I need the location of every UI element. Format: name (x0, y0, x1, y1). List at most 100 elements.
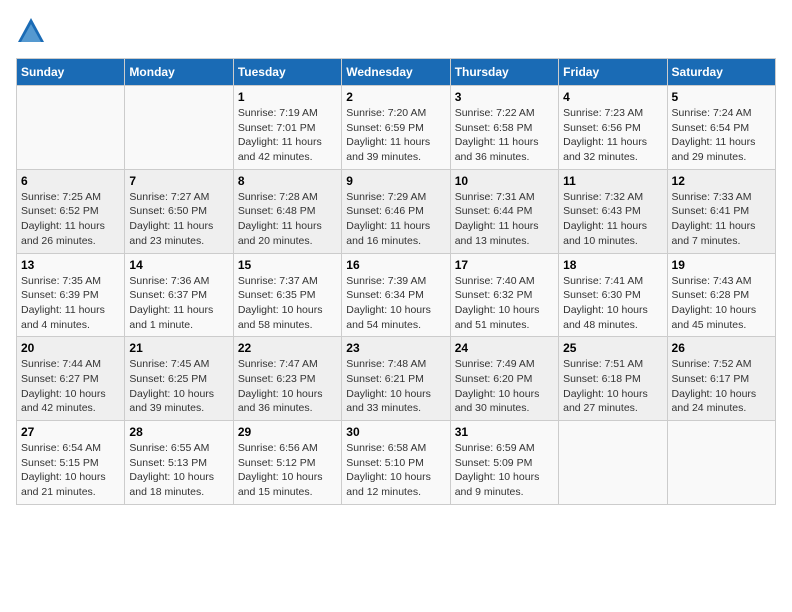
day-info: Sunrise: 7:20 AM Sunset: 6:59 PM Dayligh… (346, 106, 445, 165)
calendar-week-row: 1 Sunrise: 7:19 AM Sunset: 7:01 PM Daylig… (17, 86, 776, 170)
day-info: Sunrise: 7:45 AM Sunset: 6:25 PM Dayligh… (129, 357, 228, 416)
day-info: Sunrise: 7:25 AM Sunset: 6:52 PM Dayligh… (21, 190, 120, 249)
calendar-cell: 1 Sunrise: 7:19 AM Sunset: 7:01 PM Daylig… (233, 86, 341, 170)
day-info: Sunrise: 7:44 AM Sunset: 6:27 PM Dayligh… (21, 357, 120, 416)
day-number: 13 (21, 258, 120, 272)
day-number: 3 (455, 90, 554, 104)
calendar-cell: 30 Sunrise: 6:58 AM Sunset: 5:10 PM Dayli… (342, 421, 450, 505)
day-info: Sunrise: 7:35 AM Sunset: 6:39 PM Dayligh… (21, 274, 120, 333)
calendar-cell: 3 Sunrise: 7:22 AM Sunset: 6:58 PM Daylig… (450, 86, 558, 170)
day-number: 7 (129, 174, 228, 188)
day-info: Sunrise: 7:19 AM Sunset: 7:01 PM Dayligh… (238, 106, 337, 165)
day-info: Sunrise: 7:47 AM Sunset: 6:23 PM Dayligh… (238, 357, 337, 416)
logo (16, 16, 50, 46)
day-info: Sunrise: 7:49 AM Sunset: 6:20 PM Dayligh… (455, 357, 554, 416)
day-number: 17 (455, 258, 554, 272)
day-info: Sunrise: 6:59 AM Sunset: 5:09 PM Dayligh… (455, 441, 554, 500)
day-info: Sunrise: 7:51 AM Sunset: 6:18 PM Dayligh… (563, 357, 662, 416)
weekday-header-thursday: Thursday (450, 59, 558, 86)
day-info: Sunrise: 7:29 AM Sunset: 6:46 PM Dayligh… (346, 190, 445, 249)
calendar-cell: 2 Sunrise: 7:20 AM Sunset: 6:59 PM Daylig… (342, 86, 450, 170)
day-number: 5 (672, 90, 771, 104)
day-info: Sunrise: 7:48 AM Sunset: 6:21 PM Dayligh… (346, 357, 445, 416)
day-number: 4 (563, 90, 662, 104)
calendar-cell: 12 Sunrise: 7:33 AM Sunset: 6:41 PM Dayli… (667, 169, 775, 253)
day-number: 2 (346, 90, 445, 104)
weekday-header-row: SundayMondayTuesdayWednesdayThursdayFrid… (17, 59, 776, 86)
calendar-cell: 21 Sunrise: 7:45 AM Sunset: 6:25 PM Dayli… (125, 337, 233, 421)
calendar-cell: 24Sunrise: 7:49 AM Sunset: 6:20 PM Dayli… (450, 337, 558, 421)
day-number: 22 (238, 341, 337, 355)
day-number: 29 (238, 425, 337, 439)
calendar-cell: 6 Sunrise: 7:25 AM Sunset: 6:52 PM Daylig… (17, 169, 125, 253)
day-number: 30 (346, 425, 445, 439)
calendar-cell: 15 Sunrise: 7:37 AM Sunset: 6:35 PM Dayli… (233, 253, 341, 337)
calendar-header: SundayMondayTuesdayWednesdayThursdayFrid… (17, 59, 776, 86)
day-info: Sunrise: 7:52 AM Sunset: 6:17 PM Dayligh… (672, 357, 771, 416)
weekday-header-wednesday: Wednesday (342, 59, 450, 86)
day-number: 18 (563, 258, 662, 272)
calendar-cell (559, 421, 667, 505)
day-number: 16 (346, 258, 445, 272)
calendar-cell: 5 Sunrise: 7:24 AM Sunset: 6:54 PM Daylig… (667, 86, 775, 170)
day-number: 12 (672, 174, 771, 188)
day-number: 27 (21, 425, 120, 439)
calendar-cell: 23Sunrise: 7:48 AM Sunset: 6:21 PM Dayli… (342, 337, 450, 421)
day-number: 15 (238, 258, 337, 272)
day-number: 11 (563, 174, 662, 188)
day-info: Sunrise: 6:55 AM Sunset: 5:13 PM Dayligh… (129, 441, 228, 500)
day-number: 31 (455, 425, 554, 439)
day-info: Sunrise: 7:22 AM Sunset: 6:58 PM Dayligh… (455, 106, 554, 165)
day-number: 10 (455, 174, 554, 188)
weekday-header-sunday: Sunday (17, 59, 125, 86)
calendar-cell (125, 86, 233, 170)
calendar-week-row: 13 Sunrise: 7:35 AM Sunset: 6:39 PM Dayli… (17, 253, 776, 337)
calendar-cell: 22 Sunrise: 7:47 AM Sunset: 6:23 PM Dayli… (233, 337, 341, 421)
calendar-cell (17, 86, 125, 170)
calendar-cell: 9Sunrise: 7:29 AM Sunset: 6:46 PM Daylig… (342, 169, 450, 253)
day-number: 28 (129, 425, 228, 439)
calendar-cell: 16 Sunrise: 7:39 AM Sunset: 6:34 PM Dayli… (342, 253, 450, 337)
weekday-header-tuesday: Tuesday (233, 59, 341, 86)
day-info: Sunrise: 7:23 AM Sunset: 6:56 PM Dayligh… (563, 106, 662, 165)
day-info: Sunrise: 7:37 AM Sunset: 6:35 PM Dayligh… (238, 274, 337, 333)
weekday-header-friday: Friday (559, 59, 667, 86)
day-info: Sunrise: 7:36 AM Sunset: 6:37 PM Dayligh… (129, 274, 228, 333)
calendar-cell: 31 Sunrise: 6:59 AM Sunset: 5:09 PM Dayli… (450, 421, 558, 505)
day-info: Sunrise: 7:27 AM Sunset: 6:50 PM Dayligh… (129, 190, 228, 249)
day-number: 8 (238, 174, 337, 188)
day-number: 6 (21, 174, 120, 188)
weekday-header-saturday: Saturday (667, 59, 775, 86)
calendar-cell: 18 Sunrise: 7:41 AM Sunset: 6:30 PM Dayli… (559, 253, 667, 337)
day-info: Sunrise: 7:40 AM Sunset: 6:32 PM Dayligh… (455, 274, 554, 333)
logo-icon (16, 16, 46, 46)
calendar-cell (667, 421, 775, 505)
day-number: 26 (672, 341, 771, 355)
calendar-cell: 13 Sunrise: 7:35 AM Sunset: 6:39 PM Dayli… (17, 253, 125, 337)
calendar-week-row: 20 Sunrise: 7:44 AM Sunset: 6:27 PM Dayli… (17, 337, 776, 421)
calendar-cell: 11Sunrise: 7:32 AM Sunset: 6:43 PM Dayli… (559, 169, 667, 253)
calendar-body: 1 Sunrise: 7:19 AM Sunset: 7:01 PM Daylig… (17, 86, 776, 505)
calendar-cell: 19 Sunrise: 7:43 AM Sunset: 6:28 PM Dayli… (667, 253, 775, 337)
calendar-cell: 4 Sunrise: 7:23 AM Sunset: 6:56 PM Daylig… (559, 86, 667, 170)
calendar-table: SundayMondayTuesdayWednesdayThursdayFrid… (16, 58, 776, 505)
calendar-week-row: 6 Sunrise: 7:25 AM Sunset: 6:52 PM Daylig… (17, 169, 776, 253)
day-info: Sunrise: 7:24 AM Sunset: 6:54 PM Dayligh… (672, 106, 771, 165)
calendar-cell: 14 Sunrise: 7:36 AM Sunset: 6:37 PM Dayli… (125, 253, 233, 337)
day-info: Sunrise: 7:33 AM Sunset: 6:41 PM Dayligh… (672, 190, 771, 249)
day-info: Sunrise: 7:39 AM Sunset: 6:34 PM Dayligh… (346, 274, 445, 333)
calendar-cell: 25Sunrise: 7:51 AM Sunset: 6:18 PM Dayli… (559, 337, 667, 421)
day-number: 21 (129, 341, 228, 355)
day-info: Sunrise: 6:54 AM Sunset: 5:15 PM Dayligh… (21, 441, 120, 500)
calendar-cell: 26 Sunrise: 7:52 AM Sunset: 6:17 PM Dayli… (667, 337, 775, 421)
day-number: 14 (129, 258, 228, 272)
day-info: Sunrise: 7:43 AM Sunset: 6:28 PM Dayligh… (672, 274, 771, 333)
calendar-cell: 17 Sunrise: 7:40 AM Sunset: 6:32 PM Dayli… (450, 253, 558, 337)
day-info: Sunrise: 6:58 AM Sunset: 5:10 PM Dayligh… (346, 441, 445, 500)
day-number: 1 (238, 90, 337, 104)
calendar-cell: 7 Sunrise: 7:27 AM Sunset: 6:50 PM Daylig… (125, 169, 233, 253)
day-info: Sunrise: 7:41 AM Sunset: 6:30 PM Dayligh… (563, 274, 662, 333)
day-number: 19 (672, 258, 771, 272)
weekday-header-monday: Monday (125, 59, 233, 86)
day-number: 20 (21, 341, 120, 355)
